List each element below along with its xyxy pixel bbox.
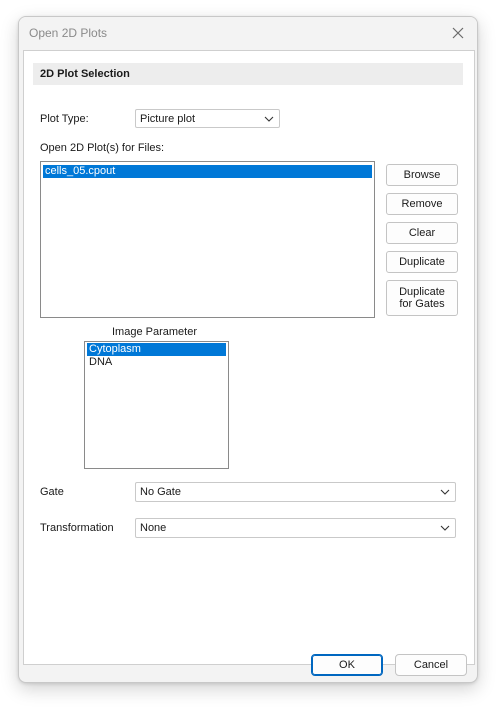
- close-icon: [452, 27, 464, 39]
- transformation-label: Transformation: [40, 522, 114, 534]
- remove-button[interactable]: Remove: [386, 193, 458, 215]
- gate-dropdown[interactable]: No Gate: [135, 482, 456, 502]
- plot-type-dropdown[interactable]: Picture plot: [135, 109, 280, 128]
- image-parameter-item-dna[interactable]: DNA: [87, 356, 226, 369]
- window-title: Open 2D Plots: [29, 26, 108, 40]
- close-button[interactable]: [445, 21, 471, 45]
- transformation-dropdown[interactable]: None: [135, 518, 456, 538]
- plot-type-label: Plot Type:: [40, 113, 89, 125]
- title-bar: Open 2D Plots: [19, 17, 477, 49]
- files-label: Open 2D Plot(s) for Files:: [40, 142, 165, 154]
- image-parameter-listbox[interactable]: Cytoplasm DNA: [84, 341, 229, 469]
- file-list-item[interactable]: cells_05.cpout: [43, 165, 372, 178]
- chevron-down-icon: [440, 489, 450, 495]
- browse-button[interactable]: Browse: [386, 164, 458, 186]
- cancel-button[interactable]: Cancel: [395, 654, 467, 676]
- gate-value: No Gate: [140, 486, 181, 498]
- chevron-down-icon: [264, 116, 274, 122]
- section-header: 2D Plot Selection: [33, 63, 463, 85]
- section-title: 2D Plot Selection: [40, 68, 130, 80]
- gate-label: Gate: [40, 486, 64, 498]
- ok-button[interactable]: OK: [311, 654, 383, 676]
- chevron-down-icon: [440, 525, 450, 531]
- files-listbox[interactable]: cells_05.cpout: [40, 161, 375, 318]
- open-2d-plots-dialog: Open 2D Plots 2D Plot Selection Plot Typ…: [18, 16, 478, 683]
- image-parameter-item-cytoplasm[interactable]: Cytoplasm: [87, 343, 226, 356]
- plot-type-value: Picture plot: [140, 113, 196, 125]
- duplicate-for-gates-line2: for Gates: [399, 298, 445, 310]
- duplicate-for-gates-line1: Duplicate: [399, 286, 445, 298]
- transformation-value: None: [140, 522, 167, 534]
- clear-button[interactable]: Clear: [386, 222, 458, 244]
- image-parameter-label: Image Parameter: [112, 326, 197, 338]
- content-panel: 2D Plot Selection Plot Type: Picture plo…: [23, 50, 475, 665]
- duplicate-button[interactable]: Duplicate: [386, 251, 458, 273]
- duplicate-for-gates-button[interactable]: Duplicate for Gates: [386, 280, 458, 316]
